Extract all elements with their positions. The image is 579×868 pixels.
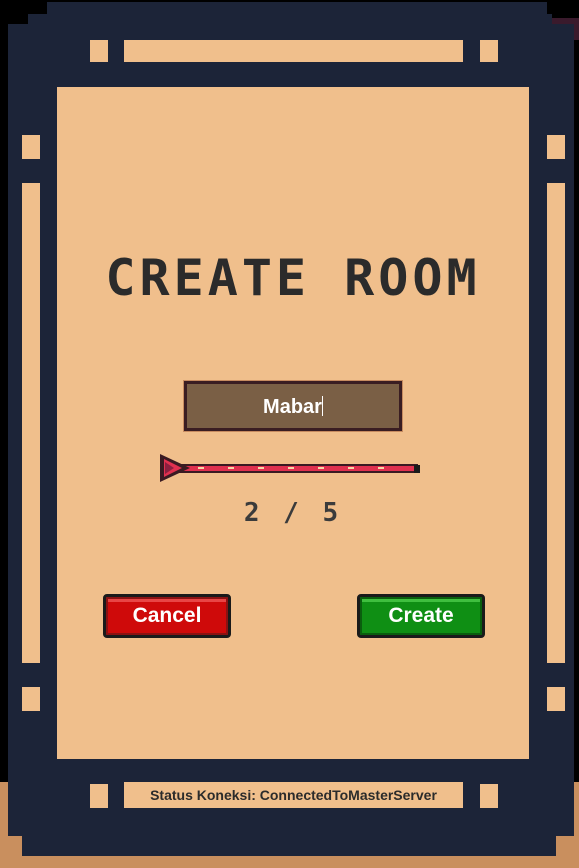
create-button[interactable]: Create (357, 594, 485, 638)
slider-graphic (160, 454, 420, 482)
slider-end-cap (414, 465, 420, 473)
top-strip-left-block (90, 40, 108, 62)
top-strip (124, 40, 463, 62)
bottom-strip-left-block (90, 784, 108, 808)
room-name-value: Mabar (263, 396, 322, 418)
max-players-slider[interactable] (158, 450, 422, 486)
room-name-input[interactable]: Mabar (183, 380, 403, 432)
text-caret (321, 396, 323, 416)
connection-status: Status Koneksi: ConnectedToMasterServer (124, 782, 463, 808)
bottom-strip-right-block (480, 784, 498, 808)
cancel-button[interactable]: Cancel (103, 594, 231, 638)
right-pillar-bottom (547, 687, 565, 711)
top-strip-right-block (480, 40, 498, 62)
right-pillar-top (547, 135, 565, 159)
left-pillar-bottom (22, 687, 40, 711)
player-count-label: 2 / 5 (243, 498, 343, 528)
left-pillar-top (22, 135, 40, 159)
right-pillar (547, 183, 565, 663)
dialog-title: CREATE ROOM (105, 249, 481, 307)
left-pillar (22, 183, 40, 663)
room-name-value-wrap: Mabar (187, 396, 399, 419)
